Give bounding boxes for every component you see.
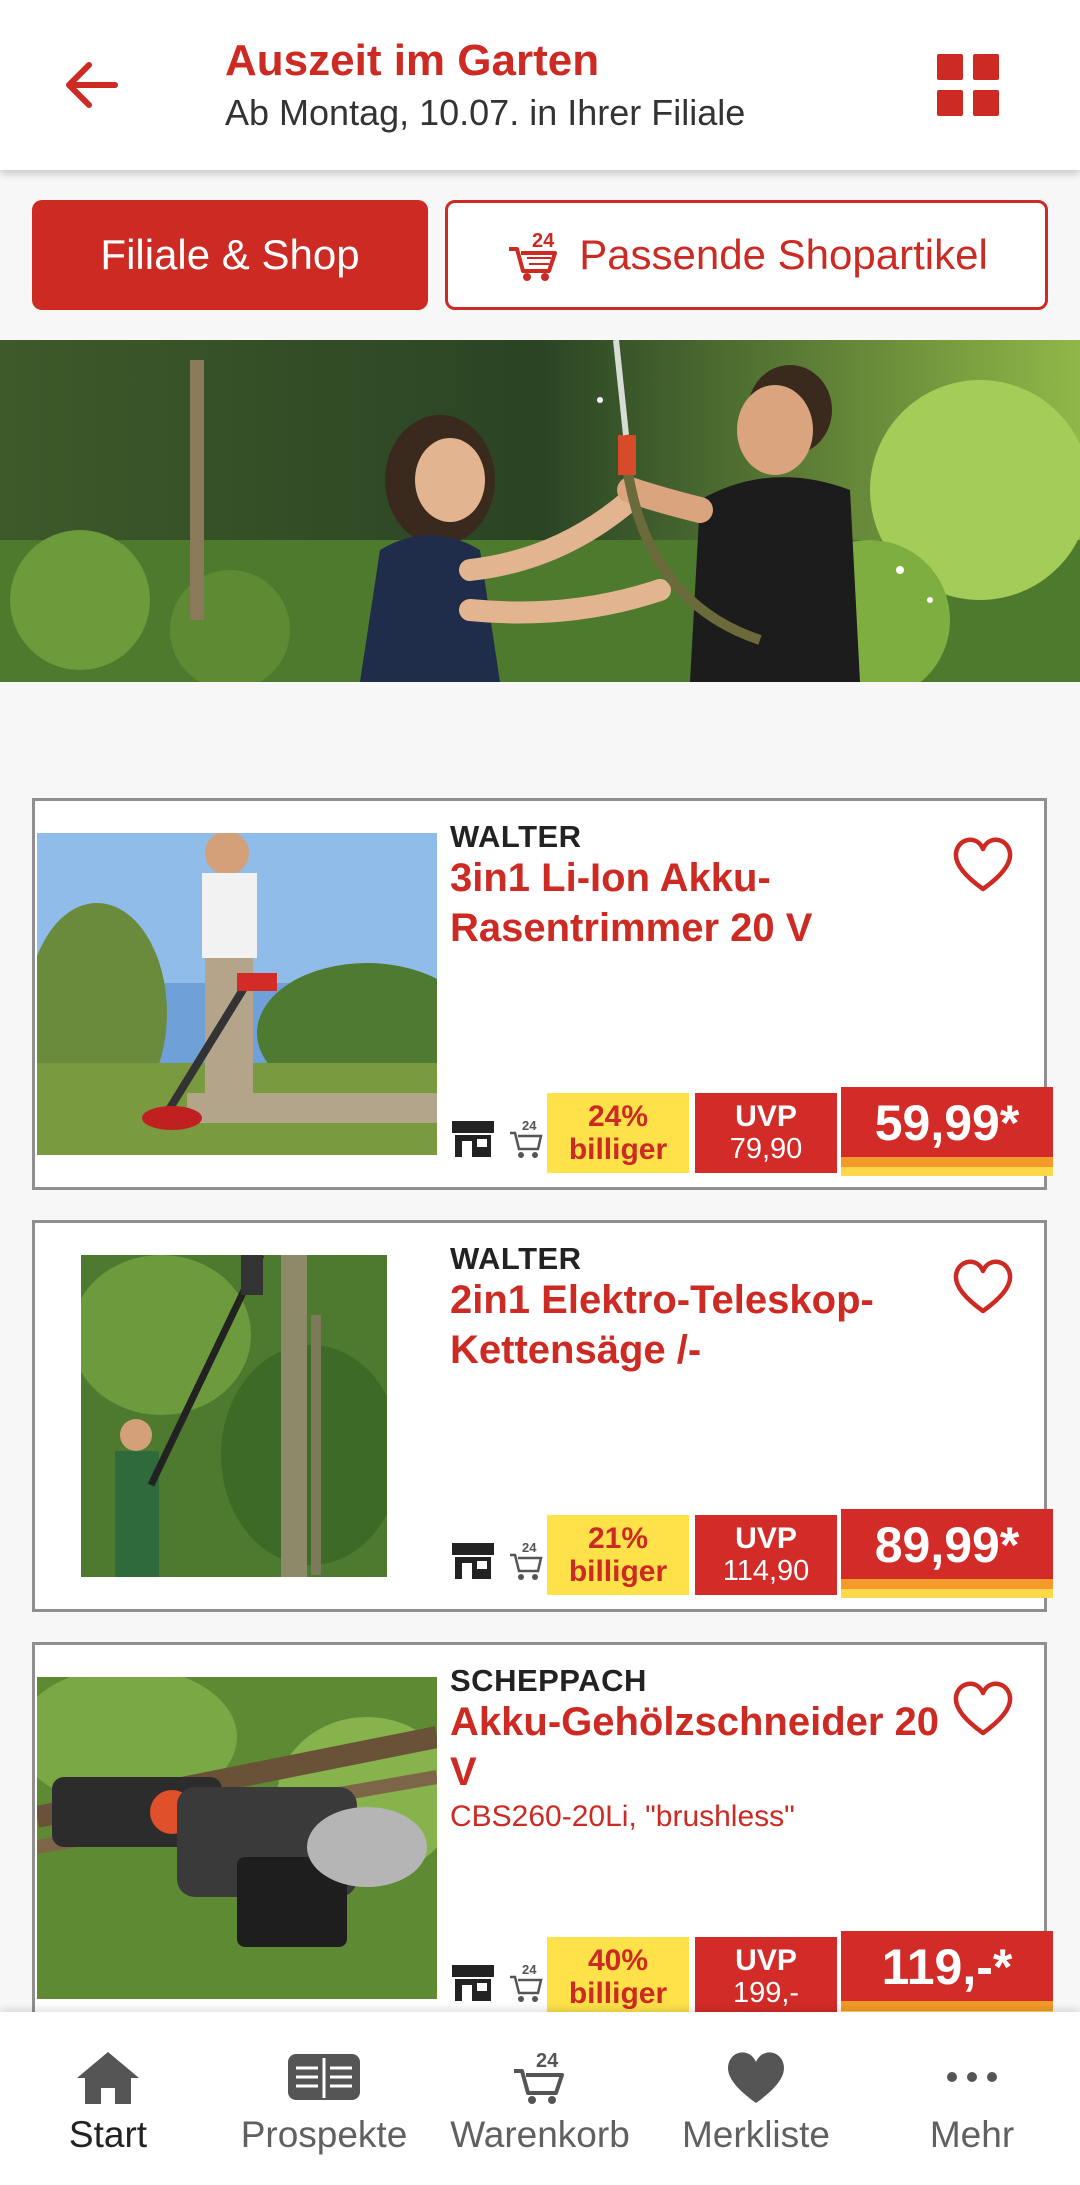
uvp-value: 199,- bbox=[732, 1977, 800, 2009]
more-dots-icon bbox=[947, 2072, 997, 2082]
discount-word: billiger bbox=[568, 1977, 668, 2010]
cart-24-icon: 24 bbox=[510, 1540, 543, 1580]
price-value: 59,99* bbox=[874, 1095, 1020, 1151]
product-card[interactable]: WALTER 2in1 Elektro-Teleskop-Kettensäge … bbox=[32, 1220, 1053, 1612]
discount-badge: 40% billiger bbox=[547, 1937, 689, 2017]
heart-icon bbox=[728, 2052, 784, 2103]
price-tag: 59,99* bbox=[841, 1087, 1053, 1179]
uvp-badge: UVP 114,90 bbox=[695, 1515, 837, 1595]
svg-text:24: 24 bbox=[536, 2050, 559, 2072]
discount-badge: 24% billiger bbox=[547, 1093, 689, 1173]
heart-outline-icon[interactable] bbox=[950, 1678, 1016, 1738]
grid-view-button[interactable] bbox=[937, 54, 999, 116]
discount-percent: 24% bbox=[587, 1100, 649, 1133]
nav-prospekte-label: Prospekte bbox=[240, 2114, 408, 2155]
arrow-left-icon bbox=[66, 62, 118, 108]
uvp-badge: UVP 79,90 bbox=[695, 1093, 837, 1173]
nav-start[interactable]: Start bbox=[0, 2012, 216, 2185]
price-tag: 119,-* bbox=[841, 1931, 1053, 2023]
product-brand: WALTER bbox=[450, 819, 582, 854]
svg-text:24: 24 bbox=[532, 230, 555, 252]
svg-text:24: 24 bbox=[522, 1962, 537, 1977]
page-title: Auszeit im Garten bbox=[225, 36, 600, 85]
home-icon bbox=[77, 2052, 139, 2104]
nav-warenkorb-label: Warenkorb bbox=[450, 2114, 630, 2155]
price-tag: 89,99* bbox=[841, 1509, 1053, 1601]
discount-word: billiger bbox=[568, 1133, 668, 1166]
page-subtitle: Ab Montag, 10.07. in Ihrer Filiale bbox=[225, 92, 746, 133]
tab-shop-label: Passende Shopartikel bbox=[579, 231, 988, 278]
grid-icon-cell bbox=[973, 90, 999, 116]
price-stripe-yellow bbox=[841, 1589, 1053, 1598]
segment-bar: Filiale & Shop 24 Passende Shopartikel bbox=[0, 170, 1080, 340]
bottom-navigation: Start Prospekte 24 Warenkorb Merkliste M… bbox=[0, 2012, 1080, 2185]
uvp-value: 79,90 bbox=[729, 1133, 803, 1165]
tab-passende-shopartikel[interactable]: 24 Passende Shopartikel bbox=[445, 200, 1048, 310]
tab-filiale-shop[interactable]: Filiale & Shop bbox=[32, 200, 428, 310]
product-image-gehoelzschneider bbox=[37, 1677, 437, 1999]
product-name: 3in1 Li-Ion Akku-Rasentrimmer 20 V bbox=[450, 856, 813, 950]
discount-percent: 21% bbox=[587, 1522, 649, 1555]
product-card[interactable]: SCHEPPACH Akku-Gehölzschneider 20 V CBS2… bbox=[32, 1642, 1053, 2034]
heart-outline-icon[interactable] bbox=[950, 1256, 1016, 1316]
product-card[interactable]: WALTER 3in1 Li-Ion Akku-Rasentrimmer 20 … bbox=[32, 798, 1053, 1190]
product-subtitle: CBS260-20Li, "brushless" bbox=[450, 1800, 795, 1833]
app-header: Auszeit im Garten Ab Montag, 10.07. in I… bbox=[0, 0, 1080, 170]
nav-prospekte[interactable]: Prospekte bbox=[216, 2012, 432, 2185]
brochure-icon bbox=[288, 2054, 360, 2100]
grid-icon bbox=[937, 54, 963, 80]
product-image-rasentrimmer bbox=[37, 833, 437, 1155]
store-icon bbox=[452, 1965, 494, 2001]
heart-outline-icon[interactable] bbox=[950, 834, 1016, 894]
store-icon bbox=[452, 1121, 494, 1157]
nav-start-label: Start bbox=[68, 2114, 148, 2155]
product-brand: WALTER bbox=[450, 1241, 582, 1276]
cart-24-icon: 24 bbox=[510, 1962, 543, 2002]
product-name: 2in1 Elektro-Teleskop-Kettensäge /- bbox=[450, 1278, 874, 1372]
uvp-value: 114,90 bbox=[722, 1555, 810, 1587]
uvp-label: UVP bbox=[735, 1944, 797, 1977]
grid-icon-cell bbox=[973, 54, 999, 80]
nav-merkliste[interactable]: Merkliste bbox=[648, 2012, 864, 2185]
nav-mehr[interactable]: Mehr bbox=[864, 2012, 1080, 2185]
back-button[interactable] bbox=[50, 50, 130, 120]
cart-24-icon: 24 bbox=[509, 230, 558, 281]
cart-24-icon: 24 bbox=[510, 1118, 543, 1158]
grid-icon-cell bbox=[937, 90, 963, 116]
product-name: Akku-Gehölzschneider 20 V bbox=[450, 1700, 940, 1794]
uvp-label: UVP bbox=[735, 1100, 797, 1133]
hero-banner-image bbox=[0, 340, 1080, 682]
product-brand: SCHEPPACH bbox=[450, 1663, 647, 1698]
price-stripe-yellow bbox=[841, 1167, 1053, 1176]
price-value: 119,-* bbox=[881, 1939, 1013, 1995]
price-value: 89,99* bbox=[874, 1517, 1020, 1573]
uvp-label: UVP bbox=[735, 1522, 797, 1555]
svg-text:24: 24 bbox=[522, 1540, 537, 1555]
svg-text:24: 24 bbox=[522, 1118, 537, 1133]
discount-word: billiger bbox=[568, 1555, 668, 1588]
store-icon bbox=[452, 1543, 494, 1579]
nav-merkliste-label: Merkliste bbox=[681, 2114, 831, 2155]
discount-badge: 21% billiger bbox=[547, 1515, 689, 1595]
discount-percent: 40% bbox=[587, 1944, 649, 1977]
uvp-badge: UVP 199,- bbox=[695, 1937, 837, 2017]
nav-mehr-label: Mehr bbox=[929, 2114, 1015, 2155]
product-image-kettensaege bbox=[81, 1255, 387, 1577]
cart-24-icon: 24 bbox=[514, 2050, 564, 2104]
nav-warenkorb[interactable]: 24 Warenkorb bbox=[432, 2012, 648, 2185]
